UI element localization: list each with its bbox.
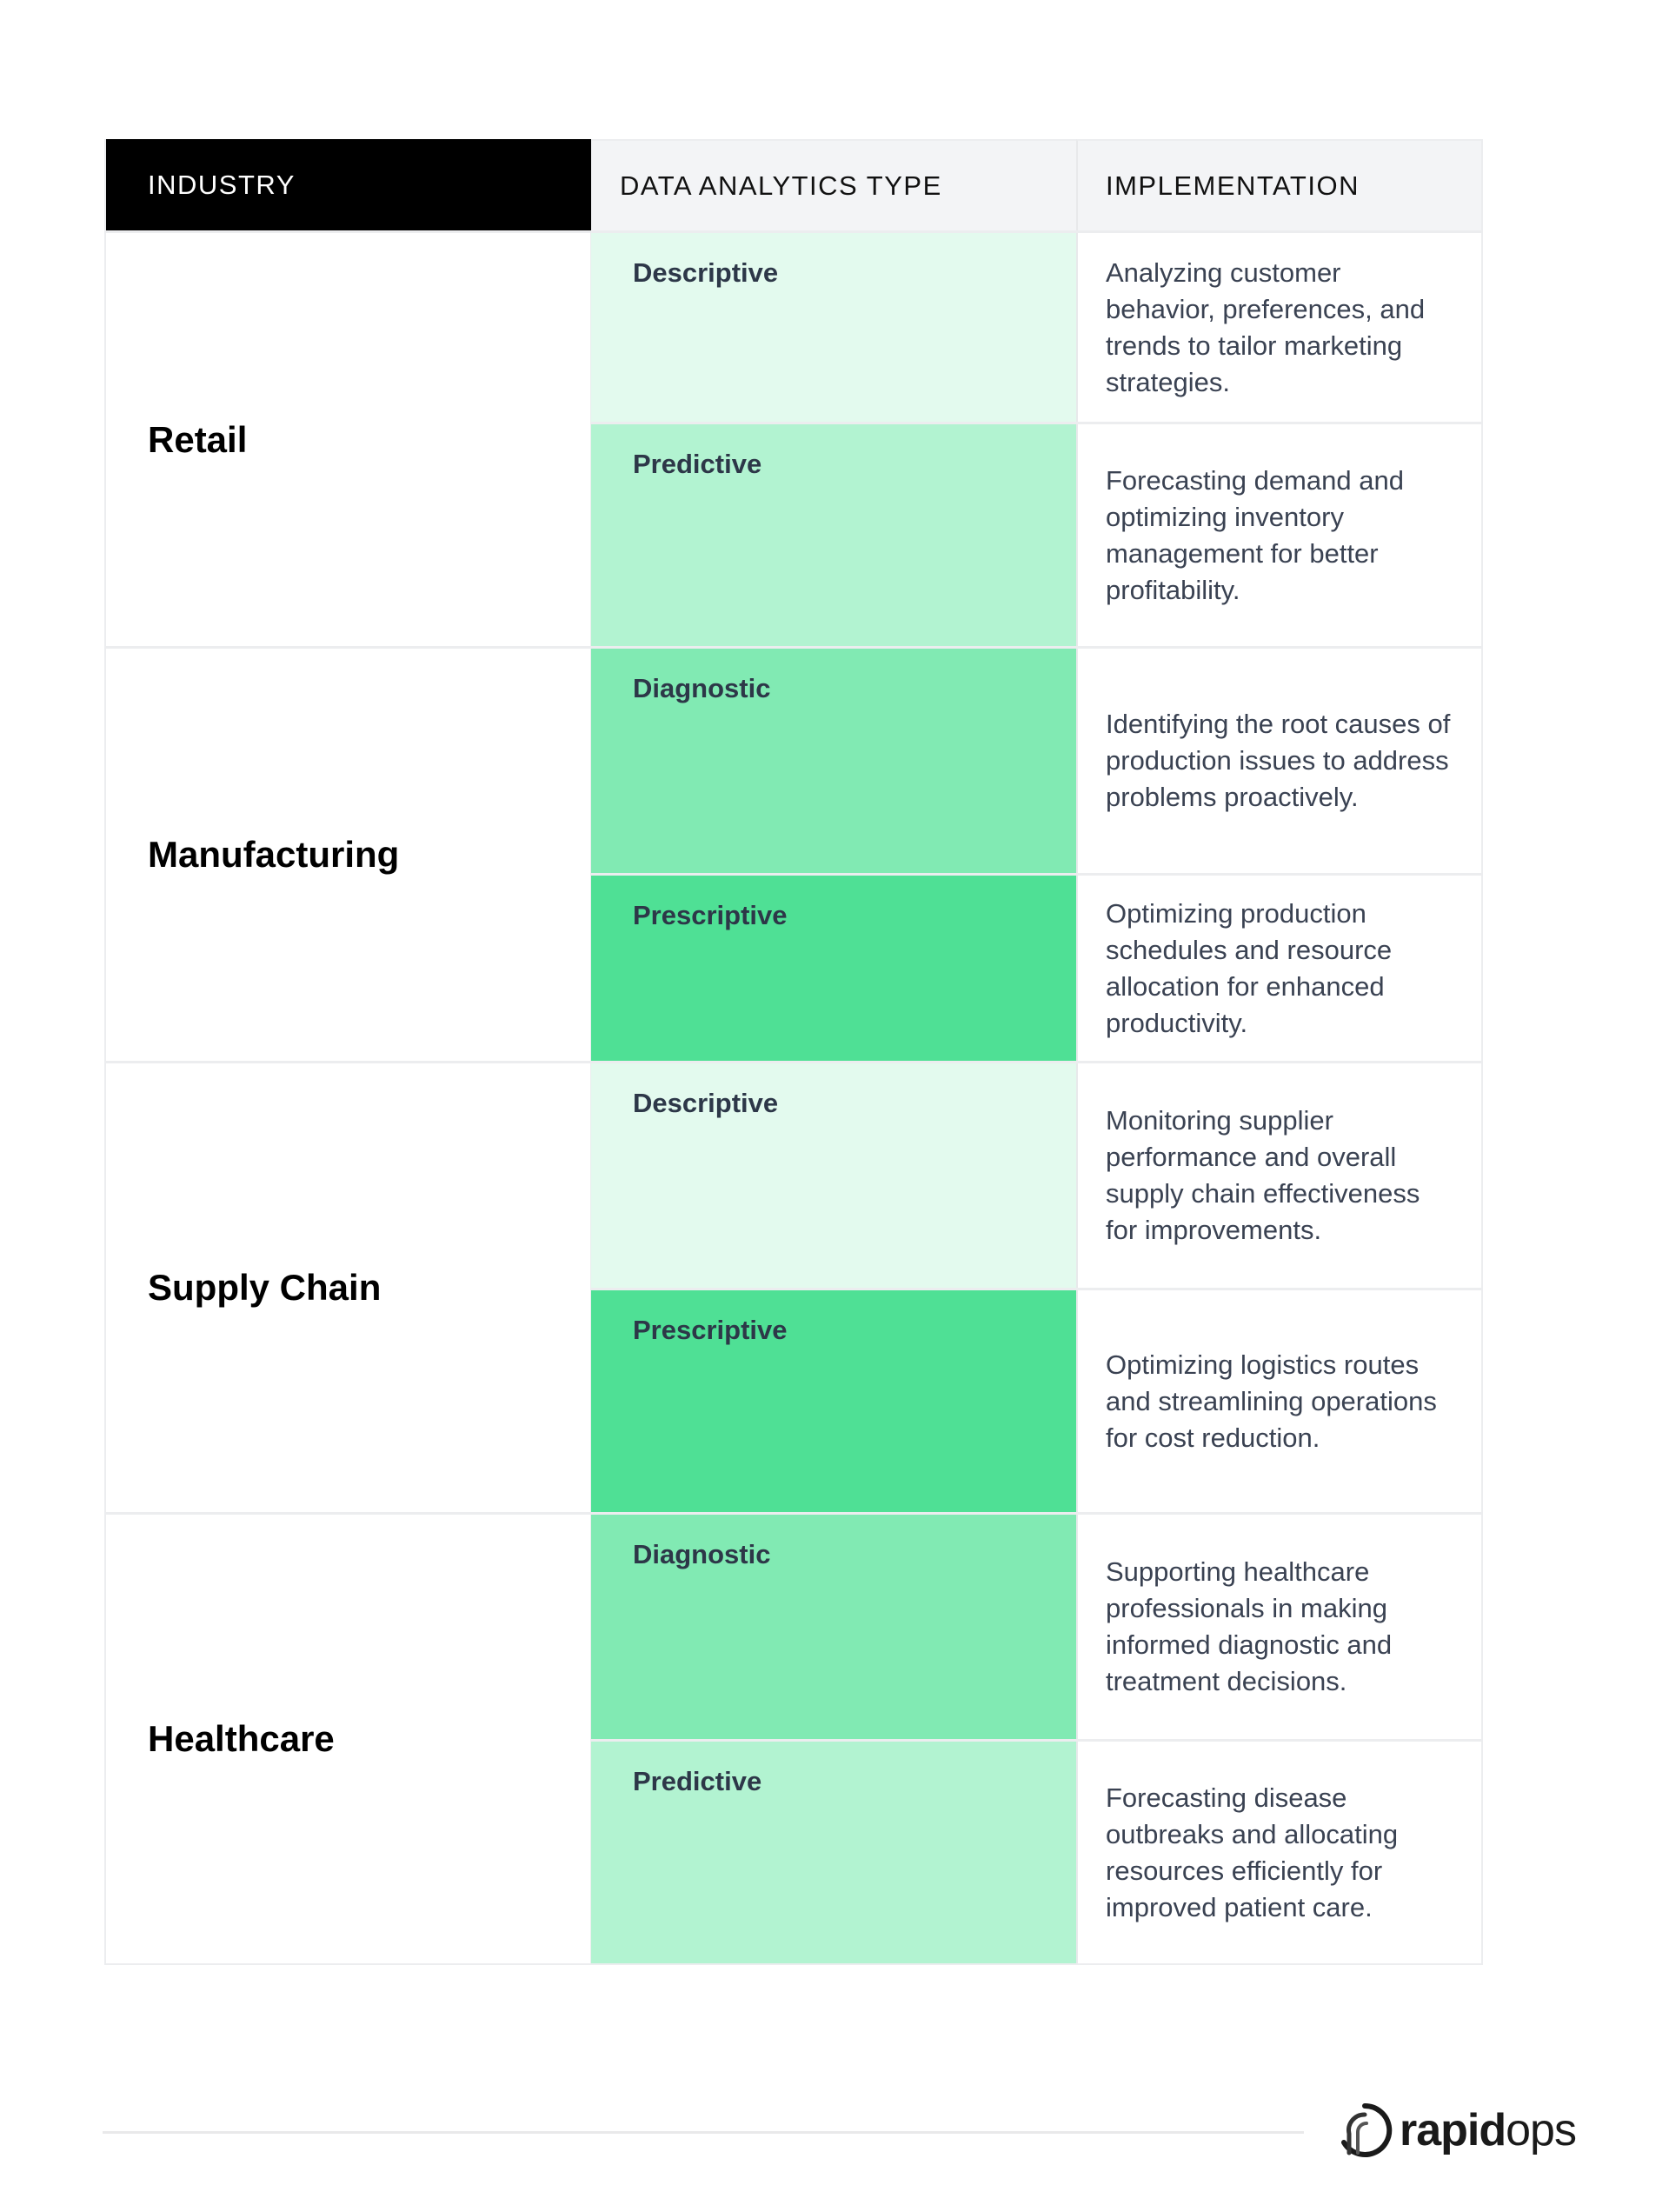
industry-name: Retail <box>106 233 591 646</box>
table-row: Descriptive Analyzing customer behavior,… <box>591 233 1481 422</box>
industry-name: Supply Chain <box>106 1063 591 1512</box>
implementation-cell: Forecasting disease outbreaks and alloca… <box>1076 1742 1481 1963</box>
analytics-type-cell: Descriptive <box>591 1063 1076 1288</box>
table-header: INDUSTRY DATA ANALYTICS TYPE IMPLEMENTAT… <box>106 139 1481 230</box>
analytics-type-cell: Predictive <box>591 1742 1076 1963</box>
header-analytics-type: DATA ANALYTICS TYPE <box>591 139 1076 230</box>
logo-wordmark: rapidops <box>1400 2104 1577 2156</box>
implementation-cell: Monitoring supplier performance and over… <box>1076 1063 1481 1288</box>
implementation-cell: Optimizing logistics routes and streamli… <box>1076 1290 1481 1512</box>
table-row: Diagnostic Identifying the root causes o… <box>591 649 1481 873</box>
table-row: Diagnostic Supporting healthcare profess… <box>591 1515 1481 1739</box>
analytics-type-cell: Diagnostic <box>591 1515 1076 1739</box>
logo-text-bold: rapid <box>1400 2105 1506 2155</box>
industry-name: Manufacturing <box>106 649 591 1061</box>
industry-group-healthcare: Healthcare Diagnostic Supporting healthc… <box>106 1512 1481 1963</box>
industry-group-supply-chain: Supply Chain Descriptive Monitoring supp… <box>106 1061 1481 1512</box>
analytics-type-cell: Diagnostic <box>591 649 1076 873</box>
header-industry: INDUSTRY <box>106 139 591 230</box>
rapidops-logo: rapidops <box>1337 2102 1577 2158</box>
implementation-cell: Optimizing production schedules and reso… <box>1076 876 1481 1061</box>
analytics-type-cell: Descriptive <box>591 233 1076 422</box>
table-row: Descriptive Monitoring supplier performa… <box>591 1063 1481 1288</box>
table-row: Prescriptive Optimizing logistics routes… <box>591 1288 1481 1512</box>
table-row: Prescriptive Optimizing production sched… <box>591 873 1481 1061</box>
implementation-cell: Supporting healthcare professionals in m… <box>1076 1515 1481 1739</box>
analytics-type-cell: Prescriptive <box>591 876 1076 1061</box>
implementation-cell: Identifying the root causes of productio… <box>1076 649 1481 873</box>
analytics-type-cell: Predictive <box>591 424 1076 646</box>
industry-group-retail: Retail Descriptive Analyzing customer be… <box>106 230 1481 646</box>
footer-divider <box>103 2131 1304 2134</box>
implementation-cell: Forecasting demand and optimizing invent… <box>1076 424 1481 646</box>
logo-text-light: ops <box>1506 2105 1577 2155</box>
header-implementation: IMPLEMENTATION <box>1076 139 1481 230</box>
implementation-cell: Analyzing customer behavior, preferences… <box>1076 233 1481 422</box>
industry-name: Healthcare <box>106 1515 591 1963</box>
table-row: Predictive Forecasting demand and optimi… <box>591 422 1481 646</box>
analytics-table: INDUSTRY DATA ANALYTICS TYPE IMPLEMENTAT… <box>104 139 1483 1965</box>
analytics-type-cell: Prescriptive <box>591 1290 1076 1512</box>
rapidops-swirl-icon <box>1341 2102 1393 2157</box>
table-row: Predictive Forecasting disease outbreaks… <box>591 1739 1481 1963</box>
industry-group-manufacturing: Manufacturing Diagnostic Identifying the… <box>106 646 1481 1061</box>
